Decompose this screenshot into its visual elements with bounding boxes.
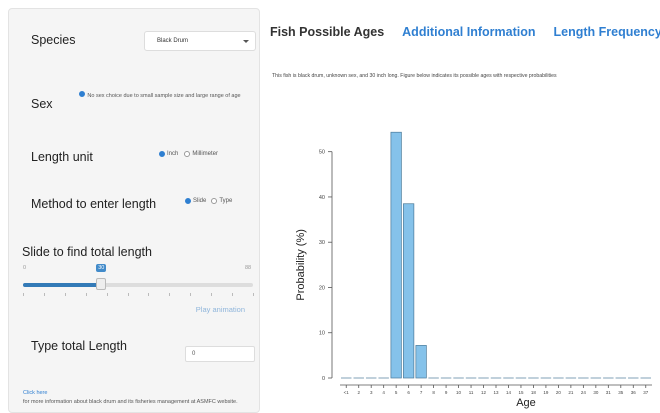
chevron-down-icon bbox=[243, 39, 249, 43]
x-tick-label: 24 bbox=[581, 390, 587, 395]
tab-bar: Fish Possible Ages Additional Informatio… bbox=[270, 25, 660, 39]
radio-millimeter-label: Millimeter bbox=[192, 151, 219, 157]
age-probability-chart: 0 10 20 30 40 50 <1 2 3 4 5 6 7 8 9 10 11 12 13 14 15 18 19 20 2… bbox=[295, 131, 652, 409]
tab-length-frequency[interactable]: Length Frequency bbox=[553, 25, 660, 39]
x-tick-label: 12 bbox=[481, 390, 487, 395]
type-length-label: Type total Length bbox=[31, 339, 127, 353]
length-unit-radios: Inch Millimeter bbox=[159, 151, 218, 157]
y-tick-label: 10 bbox=[319, 331, 325, 337]
x-tick-label: 10 bbox=[456, 390, 462, 395]
x-tick-label: 15 bbox=[518, 390, 524, 395]
slider-max: 88 bbox=[245, 265, 252, 271]
y-tick-label: 20 bbox=[319, 285, 325, 291]
x-tick-label: 20 bbox=[556, 390, 562, 395]
species-select[interactable]: Black Drum bbox=[144, 31, 256, 51]
slider-ticks bbox=[23, 293, 254, 301]
radio-selected-icon bbox=[185, 198, 191, 204]
x-tick-label: 21 bbox=[568, 390, 574, 395]
x-tick-label: 4 bbox=[382, 390, 385, 395]
slider-tick bbox=[85, 293, 87, 296]
x-tick-label: 11 bbox=[469, 390, 474, 395]
sidebar-panel: Species Black Drum Sex No sex choice due… bbox=[8, 8, 260, 413]
x-tick-label: 2 bbox=[357, 390, 360, 395]
slider-tick bbox=[43, 293, 45, 296]
radio-selected-icon bbox=[159, 151, 165, 157]
x-tick-label: 31 bbox=[606, 390, 612, 395]
radio-type-label: Type bbox=[219, 198, 233, 204]
x-tick-label: 13 bbox=[493, 390, 499, 395]
bar bbox=[415, 345, 427, 379]
play-animation-button[interactable]: Play animation bbox=[196, 305, 245, 314]
slider-tick bbox=[211, 293, 213, 296]
bar bbox=[403, 203, 415, 379]
y-tick-label: 50 bbox=[319, 150, 325, 156]
sex-option[interactable]: No sex choice due to small sample size a… bbox=[65, 91, 255, 100]
length-slider[interactable] bbox=[23, 278, 253, 290]
total-length-value: 0 bbox=[192, 351, 196, 357]
radio-inch-label: Inch bbox=[167, 151, 179, 157]
slider-tick bbox=[232, 293, 234, 296]
x-axis-title: Age bbox=[516, 397, 536, 409]
slider-min: 0 bbox=[23, 265, 27, 271]
x-tick-label: 14 bbox=[506, 390, 512, 395]
x-tick-label: 35 bbox=[618, 390, 624, 395]
total-length-input[interactable]: 0 bbox=[185, 346, 255, 362]
x-tick-label: 3 bbox=[370, 390, 373, 395]
slider-fill bbox=[23, 283, 102, 287]
x-tick-label: 9 bbox=[445, 390, 448, 395]
slider-tick bbox=[64, 293, 66, 296]
slider-tick bbox=[253, 293, 254, 296]
slider-tick bbox=[23, 293, 24, 296]
x-tick-label: 37 bbox=[643, 390, 649, 395]
slider-value-bubble: 30 bbox=[96, 264, 107, 272]
radio-unselected-icon bbox=[184, 151, 191, 157]
radio-inch[interactable]: Inch bbox=[159, 151, 178, 157]
method-radios: Slide Type bbox=[185, 198, 232, 204]
slider-tick bbox=[190, 293, 192, 296]
x-tick-label: 30 bbox=[593, 390, 599, 395]
slider-tick bbox=[169, 293, 171, 296]
tab-additional-information[interactable]: Additional Information bbox=[402, 25, 535, 39]
tab-fish-possible-ages[interactable]: Fish Possible Ages bbox=[270, 25, 384, 39]
radio-type[interactable]: Type bbox=[211, 198, 232, 204]
footer-text: for more information about black drum an… bbox=[23, 399, 238, 405]
radio-millimeter[interactable]: Millimeter bbox=[184, 151, 218, 157]
y-tick-label: 30 bbox=[319, 240, 325, 246]
y-axis-title: Probability (%) bbox=[295, 229, 307, 301]
x-tick-label: 18 bbox=[531, 390, 537, 395]
slider-tick bbox=[148, 293, 150, 296]
y-tick-label: 40 bbox=[319, 195, 325, 201]
x-tick-label: <1 bbox=[344, 390, 350, 395]
radio-unselected-icon bbox=[211, 198, 218, 204]
species-label: Species bbox=[31, 33, 76, 47]
x-tick-label: 8 bbox=[432, 390, 435, 395]
radio-selected-icon bbox=[79, 91, 86, 97]
slider-handle[interactable] bbox=[96, 278, 107, 290]
length-unit-label: Length unit bbox=[31, 150, 93, 164]
bar bbox=[390, 131, 402, 379]
description-text: This fish is black drum, unknown sex, an… bbox=[272, 73, 557, 79]
method-label: Method to enter length bbox=[31, 197, 157, 211]
slider-tick bbox=[127, 293, 129, 296]
radio-slide-label: Slide bbox=[193, 198, 207, 204]
slider-label: Slide to find total length bbox=[22, 245, 152, 259]
sex-label: Sex bbox=[31, 97, 53, 111]
slider-tick bbox=[106, 293, 108, 296]
asmfc-link[interactable]: Click here bbox=[23, 390, 47, 396]
x-tick-label: 36 bbox=[631, 390, 637, 395]
x-tick-label: 5 bbox=[395, 390, 398, 395]
radio-slide[interactable]: Slide bbox=[185, 198, 206, 204]
sex-note-text: No sex choice due to small sample size a… bbox=[87, 93, 241, 99]
y-tick-label: 0 bbox=[322, 376, 325, 382]
x-tick-label: 6 bbox=[407, 390, 410, 395]
x-tick-label: 19 bbox=[543, 390, 549, 395]
species-selected-value: Black Drum bbox=[157, 38, 189, 44]
x-tick-label: 7 bbox=[420, 390, 423, 395]
